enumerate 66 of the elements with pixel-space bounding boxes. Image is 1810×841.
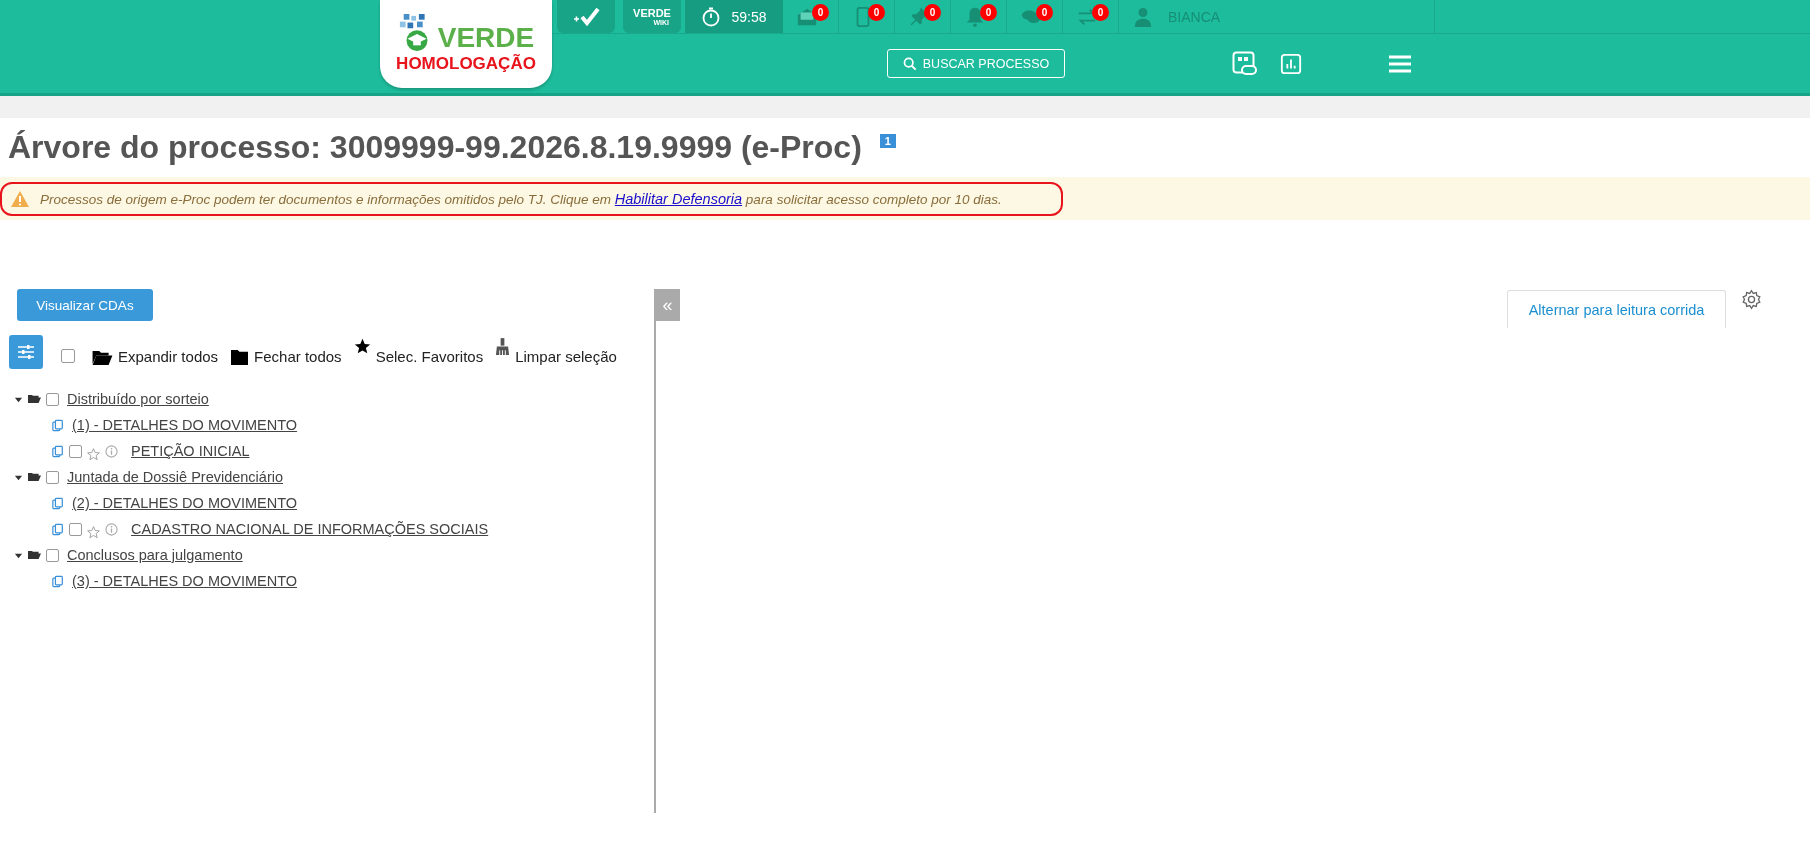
bell-notification[interactable]: 0 (951, 0, 1007, 33)
copy-icon[interactable] (52, 574, 64, 588)
inbox-notification[interactable]: 0 (783, 0, 839, 33)
logo-text: VERDE (437, 24, 535, 52)
copy-icon[interactable] (52, 418, 64, 432)
expand-all-button[interactable]: Expandir todos (91, 338, 219, 366)
copy-icon[interactable] (52, 496, 64, 510)
select-favorites-button[interactable]: Selec. Favoritos (353, 338, 484, 366)
check-button[interactable] (557, 0, 615, 33)
document-link-icon[interactable] (1232, 50, 1258, 77)
count-badge: 0 (1036, 4, 1053, 21)
checkbox[interactable] (46, 470, 59, 484)
reading-mode-tab[interactable]: Alternar para leitura corrida (1507, 290, 1726, 328)
environment-label: HOMOLOGAÇÃO (396, 54, 536, 74)
count-badge: 0 (812, 4, 829, 21)
count-badge: 0 (980, 4, 997, 21)
info-icon[interactable] (105, 444, 118, 458)
star-icon[interactable] (87, 447, 100, 461)
search-icon (902, 56, 917, 71)
folder-icon (28, 472, 41, 482)
checkbox[interactable] (69, 522, 82, 536)
folder-open-icon (91, 349, 113, 366)
movement-link[interactable]: (3) - DETALHES DO MOVIMENTO (72, 573, 298, 589)
copy-icon[interactable] (52, 522, 64, 536)
close-all-button[interactable]: Fechar todos (230, 338, 342, 366)
count-badge: 0 (1092, 4, 1109, 21)
tree-item-link[interactable]: Conclusos para julgamento (67, 547, 243, 563)
menu-icon[interactable] (1388, 53, 1412, 74)
transfer-notification[interactable]: 0 (1063, 0, 1119, 33)
timer-text: 59:58 (731, 8, 767, 25)
alert-message: Processos de origem e-Proc podem ter documentos e informações omitidos pelo TJ. Clique em Habilitar Defensoria para solicitar acesso completo por 10 dias. (40, 190, 1002, 207)
check-icon (571, 6, 601, 27)
count-badge: 0 (924, 4, 941, 21)
settings-icon[interactable] (1741, 289, 1762, 310)
tree-item-link[interactable]: Distribuído por sorteio (67, 391, 209, 407)
pin-notification[interactable]: 0 (895, 0, 951, 33)
stopwatch-icon (701, 6, 722, 27)
folder-icon (28, 550, 41, 560)
tree-item-link[interactable]: Juntada de Dossiê Previdenciário (67, 469, 283, 485)
checkbox[interactable] (69, 444, 82, 458)
folder-icon (230, 349, 250, 366)
checkbox[interactable] (46, 548, 59, 562)
count-badge: 0 (868, 4, 885, 21)
folder-icon (28, 394, 41, 404)
user-icon (1134, 6, 1152, 27)
document-link[interactable]: CADASTRO NACIONAL DE INFORMAÇÕES SOCIAIS (131, 521, 489, 537)
page-title: Árvore do processo: 3009999-99.2026.8.19.9999 (e-Proc) (8, 128, 862, 166)
document-link[interactable]: PETIÇÃO INICIAL (131, 443, 250, 459)
copy-icon[interactable] (52, 444, 64, 458)
chat-notification[interactable]: 0 (1007, 0, 1063, 33)
info-icon[interactable] (105, 522, 118, 536)
star-icon[interactable] (87, 525, 100, 539)
enable-link[interactable]: Habilitar Defensoria (614, 190, 743, 207)
clear-selection-button[interactable]: Limpar seleção (495, 338, 617, 366)
star-icon (353, 338, 371, 355)
select-all-checkbox[interactable] (61, 349, 75, 363)
chart-icon[interactable] (1280, 52, 1302, 75)
movement-link[interactable]: (1) - DETALHES DO MOVIMENTO (72, 417, 298, 433)
count-badge: 1 (879, 134, 896, 148)
checkbox[interactable] (46, 392, 59, 406)
phone-notification[interactable]: 0 (839, 0, 895, 33)
filter-button[interactable] (9, 335, 43, 369)
broom-icon (495, 338, 511, 357)
warning-icon (10, 189, 30, 208)
movement-link[interactable]: (2) - DETALHES DO MOVIMENTO (72, 495, 298, 511)
sliders-icon (16, 342, 36, 362)
